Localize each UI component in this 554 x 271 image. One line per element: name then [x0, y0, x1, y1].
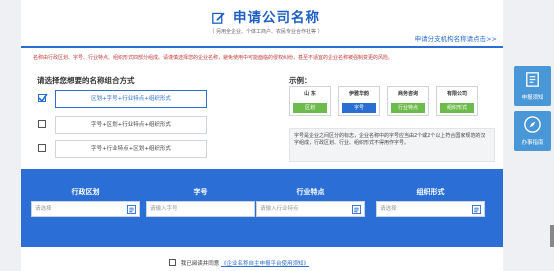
sidebar-label: 申报须知: [521, 95, 544, 101]
page-title: 申请公司名称: [233, 10, 321, 26]
title-block: 申请公司名称 （ 另用全企业、个体工商户、农民专业合作社等 ）: [205, 6, 327, 35]
edit-icon: [212, 12, 225, 24]
example-card: 山 东 区划: [289, 86, 331, 116]
field-org-type: 组织形式 请选择: [376, 187, 485, 217]
example-card-text: 伊雅华韵: [348, 91, 369, 97]
agreement-checkbox[interactable]: [169, 259, 176, 266]
region-select[interactable]: 请选择: [31, 201, 140, 217]
example-card: 商务咨询 行业特点: [387, 86, 429, 116]
list-icon[interactable]: [127, 205, 136, 214]
sidebar-notice-button[interactable]: 申报须知: [514, 66, 551, 106]
example-title: 示例：: [289, 76, 312, 85]
scrollbar-thumb[interactable]: [550, 225, 554, 247]
agreement: 我已阅读并同意 《企业名称自主申报平台使用须知》: [169, 259, 309, 267]
example-card-label: 字号: [342, 103, 376, 113]
example-card-text: 山 东: [304, 91, 316, 97]
list-icon[interactable]: [472, 205, 481, 214]
agreement-text: 我已阅读并同意: [180, 261, 220, 267]
brand-placeholder: 请输入字号: [150, 206, 178, 212]
org-type-select[interactable]: 请选择: [376, 201, 485, 217]
field-label: 组织形式: [416, 188, 445, 196]
field-label: 字号: [193, 188, 208, 196]
checkbox-checked[interactable]: [38, 93, 48, 103]
agreement-link[interactable]: 《企业名称自主申报平台使用须知》: [221, 261, 309, 267]
sidebar-label: 办事指南: [521, 140, 544, 146]
example-card-label: 行业特点: [391, 103, 425, 113]
combo-option-label[interactable]: 字号+行业特点+区划+组织形式: [55, 140, 207, 158]
field-label: 行政区划: [71, 188, 100, 196]
header: 申请公司名称 （ 另用全企业、个体工商户、农民专业合作社等 ） 申请分支机构名称…: [21, 0, 503, 48]
example-card-text: 商务咨询: [397, 91, 418, 97]
combo-title: 请选择您想要的名称组合方式: [37, 76, 135, 85]
combo-option-label[interactable]: 字号+区划+行业特点+组织形式: [55, 116, 207, 134]
example-description: 字号是企业之间区分的标志，企业名称中的字号应当由2个或2个以上符合国家规范的汉字…: [289, 128, 495, 162]
industry-input[interactable]: 请输入行业特点: [256, 201, 365, 217]
combo-option[interactable]: 区划+字号+行业特点+组织形式: [37, 90, 297, 108]
combo-option[interactable]: 字号+行业特点+区划+组织形式: [37, 140, 297, 158]
field-industry: 行业特点 请输入行业特点: [256, 187, 365, 217]
example-card: 有限公司 组织形式: [436, 86, 478, 116]
checkbox[interactable]: [38, 144, 46, 152]
field-region: 行政区划 请选择: [31, 187, 140, 217]
field-brand: 字号 请输入字号: [146, 187, 255, 217]
sidebar-guide-button[interactable]: 办事指南: [514, 111, 551, 151]
name-input-panel: 行政区划 请选择 字号 请输入字号 行业特点 请输入行业特点 组织形式 请选择: [21, 169, 503, 247]
industry-placeholder: 请输入行业特点: [260, 206, 299, 212]
brand-input[interactable]: 请输入字号: [146, 201, 255, 217]
example-card: 伊雅华韵 字号: [338, 86, 380, 116]
compass-icon: [524, 116, 541, 133]
main-panel: 请选择您想要的名称组合方式 区划+字号+行业特点+组织形式 字号+区划+行业特点…: [21, 66, 503, 271]
field-label: 行业特点: [296, 188, 325, 196]
example-card-label: 区划: [293, 103, 327, 113]
region-placeholder: 请选择: [35, 206, 52, 212]
page-subtitle: （ 另用全企业、个体工商户、农民专业合作社等 ）: [209, 29, 323, 35]
check-icon: [38, 93, 48, 103]
branch-apply-link[interactable]: 申请分支机构名称请点击>>: [415, 33, 497, 43]
checkbox[interactable]: [38, 120, 46, 128]
org-type-placeholder: 请选择: [380, 206, 397, 212]
example-card-text: 有限公司: [446, 91, 467, 97]
combo-option[interactable]: 字号+区划+行业特点+组织形式: [37, 116, 297, 134]
document-icon: [526, 72, 539, 87]
page: 申请公司名称 （ 另用全企业、个体工商户、农民专业合作社等 ） 申请分支机构名称…: [0, 0, 554, 271]
combo-option-label[interactable]: 区划+字号+行业特点+组织形式: [55, 90, 207, 108]
example-card-label: 组织形式: [440, 103, 474, 113]
list-icon[interactable]: [352, 205, 361, 214]
notice-text: 名称由行政区划、字号、行业特点、组织形式四部分组成。请谨慎选择您的企业名称，避免…: [21, 48, 503, 66]
